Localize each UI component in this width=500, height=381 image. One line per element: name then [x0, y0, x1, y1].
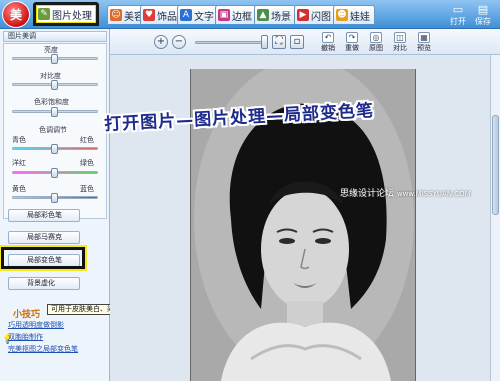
tip-link[interactable]: 巧用透明度做倒影	[8, 320, 64, 330]
cyan-red-slider[interactable]	[12, 144, 98, 154]
watermark-cn: 思缘设计论坛	[340, 189, 395, 199]
compare-icon: ◫	[394, 32, 406, 43]
app-logo: 美	[2, 1, 30, 28]
actual-size-button[interactable]: ▫	[290, 35, 304, 49]
zoom-out-button[interactable]: −	[172, 35, 186, 49]
yellow-blue-slider[interactable]	[12, 193, 98, 203]
tab-scene[interactable]: ▲ 场景	[254, 5, 296, 24]
heart-icon: ♥	[143, 9, 155, 21]
slider-thumb[interactable]	[51, 107, 58, 117]
tip-link[interactable]: 完美抠图之局部变色笔	[8, 344, 78, 354]
flash-icon: ▶	[297, 9, 309, 21]
zoom-slider[interactable]	[195, 41, 265, 44]
undo-label: 撤销	[321, 44, 335, 52]
tab-label: 娃娃	[350, 11, 370, 23]
save-label: 保存	[475, 17, 491, 26]
red-label: 红色	[80, 136, 94, 144]
tab-label: 饰品	[157, 11, 177, 23]
redo-icon: ↷	[346, 32, 358, 43]
save-icon: ▤	[477, 3, 489, 16]
tab-label: 边框	[232, 11, 252, 23]
watermark-en: www.MISSYUAN.COM	[396, 190, 471, 198]
blue-label: 蓝色	[80, 185, 94, 193]
preview-button[interactable]: ▦ 预览	[414, 32, 434, 54]
tips-title: 小技巧	[13, 310, 41, 320]
compare-button[interactable]: ◫ 对比	[390, 32, 410, 54]
local-color-change-pen-button[interactable]: 局部变色笔	[8, 254, 80, 267]
open-button[interactable]: ▭ 打开	[447, 3, 469, 27]
watermark: 思缘设计论坛 www.MISSYUAN.COM	[340, 186, 471, 199]
tab-label: 文字	[194, 11, 214, 23]
original-label: 原图	[369, 44, 383, 52]
slider-thumb[interactable]	[51, 193, 58, 203]
zoom-in-button[interactable]: +	[154, 35, 168, 49]
doll-icon: ☻	[336, 9, 348, 21]
saturation-slider[interactable]	[12, 107, 98, 117]
magenta-label: 洋红	[12, 159, 26, 167]
redo-button[interactable]: ↷ 重做	[342, 32, 362, 54]
saturation-label: 色彩饱和度	[34, 98, 69, 106]
edit-image-icon: ✎	[38, 8, 50, 20]
green-label: 绿色	[80, 159, 94, 167]
actual-size-icon: ▫	[293, 36, 301, 47]
yellow-label: 黄色	[12, 185, 26, 193]
tab-label: 闪图	[311, 11, 331, 23]
contrast-label: 对比度	[40, 72, 61, 80]
panel-title: 图片美调	[3, 31, 107, 42]
original-icon: ◎	[370, 32, 382, 43]
undo-icon: ↶	[322, 32, 334, 43]
scene-icon: ▲	[257, 9, 269, 21]
tab-border[interactable]: ▣ 边框	[215, 5, 257, 24]
preview-label: 预览	[417, 44, 431, 52]
tab-label: 图片处理	[52, 10, 92, 22]
slider-thumb[interactable]	[51, 168, 58, 178]
zoom-slider-thumb[interactable]	[261, 35, 268, 49]
tab-flash[interactable]: ▶ 闪图	[294, 5, 336, 24]
save-button[interactable]: ▤ 保存	[472, 3, 494, 27]
tab-text[interactable]: A 文字	[177, 5, 219, 24]
tab-label: 场景	[271, 11, 291, 23]
beauty-icon: ☺	[110, 9, 122, 21]
frame-icon: ▣	[218, 9, 230, 21]
open-label: 打开	[450, 17, 466, 26]
tab-doll[interactable]: ☻ 娃娃	[333, 5, 375, 24]
compare-label: 对比	[393, 44, 407, 52]
redo-label: 重做	[345, 44, 359, 52]
background-blur-button[interactable]: 背景虚化	[8, 277, 80, 290]
adjust-box: 亮度 对比度 色彩饱和度 色调调节 青色 红色 洋红 绿色 黄色 蓝色	[3, 43, 107, 219]
top-tab-bar: 美 ✎ 图片处理 ☺ 美容 ♥ 饰品 A 文字 ▣ 边框 ▲ 场景 ▶ 闪图 ☻…	[0, 0, 500, 29]
color-adjust-label: 色调调节	[39, 126, 67, 134]
folder-icon: ▭	[452, 3, 464, 16]
original-button[interactable]: ◎ 原图	[366, 32, 386, 54]
contrast-slider[interactable]	[12, 80, 98, 90]
slider-thumb[interactable]	[51, 144, 58, 154]
local-color-pen-button[interactable]: 局部彩色笔	[8, 209, 80, 222]
text-icon: A	[180, 9, 192, 21]
local-mosaic-button[interactable]: 局部马赛克	[8, 231, 80, 244]
tab-accessories[interactable]: ♥ 饰品	[140, 5, 182, 24]
tab-image-processing[interactable]: ✎ 图片处理	[33, 2, 99, 26]
brightness-slider[interactable]	[12, 54, 98, 64]
tip-link[interactable]: 双胞胎制作	[8, 332, 43, 342]
fit-icon: ⛶	[275, 36, 283, 47]
image-toolbar: + − ⛶ ▫ ↶ 撤销 ↷ 重做 ◎ 原图 ◫ 对比 ▦ 预览	[110, 29, 500, 55]
magenta-green-slider[interactable]	[12, 168, 98, 178]
scroll-thumb[interactable]	[492, 115, 499, 215]
undo-button[interactable]: ↶ 撤销	[318, 32, 338, 54]
slider-thumb[interactable]	[51, 80, 58, 90]
slider-thumb[interactable]	[51, 54, 58, 64]
fit-screen-button[interactable]: ⛶	[272, 35, 286, 49]
cyan-label: 青色	[12, 136, 26, 144]
left-panel: 图片美调 亮度 对比度 色彩饱和度 色调调节 青色 红色 洋红 绿色 黄色 蓝色…	[0, 29, 160, 381]
preview-icon: ▦	[418, 32, 430, 43]
vertical-scrollbar[interactable]	[490, 55, 500, 381]
